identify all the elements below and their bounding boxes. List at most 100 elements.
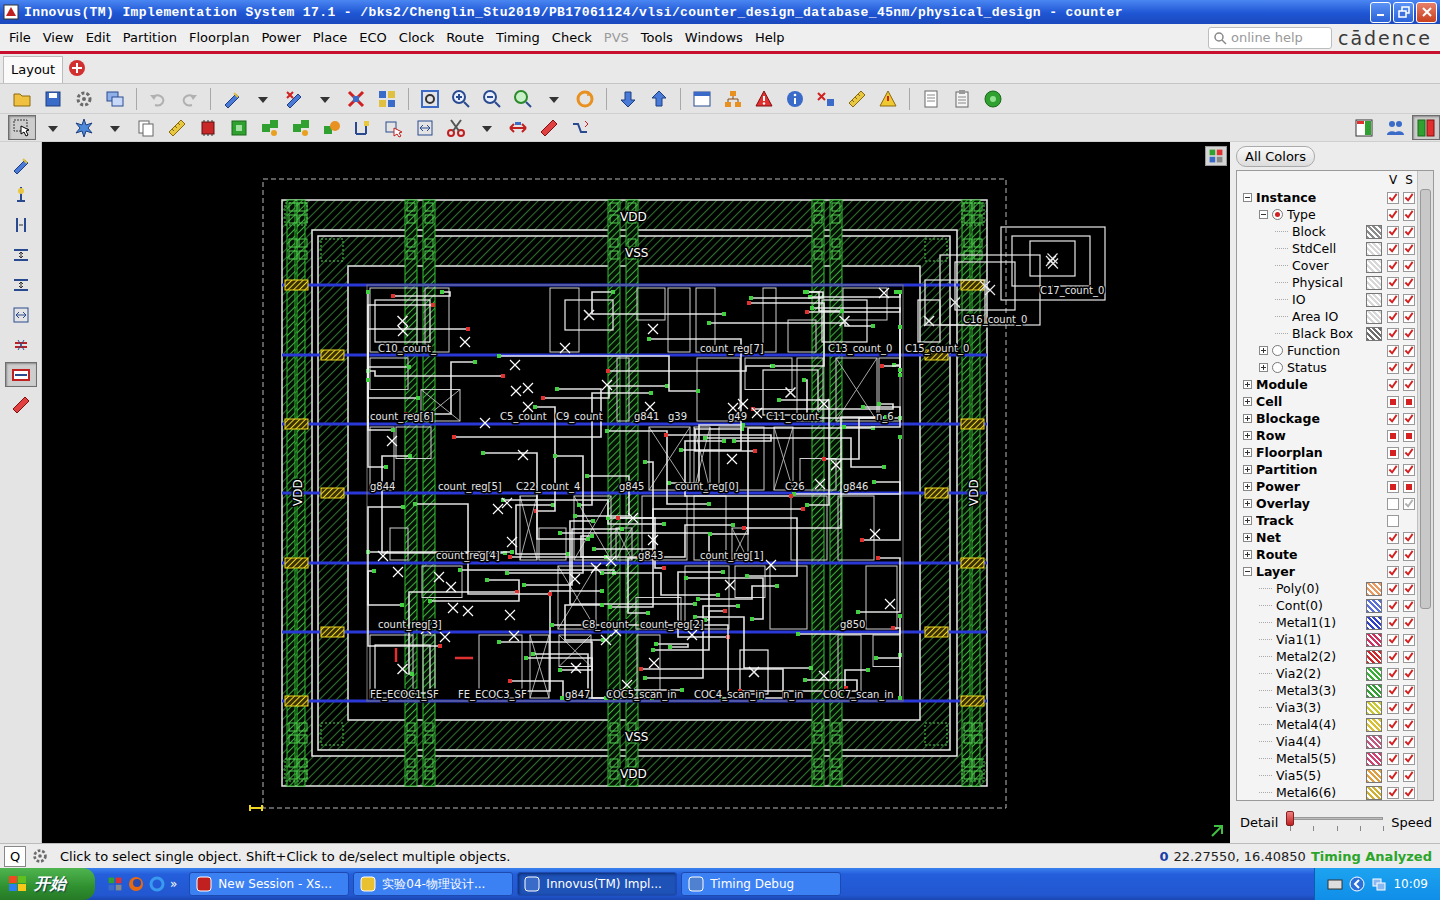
- view-toggle-button[interactable]: [1205, 146, 1227, 166]
- dd-button[interactable]: [540, 86, 568, 111]
- visibility-checkbox[interactable]: [1387, 243, 1399, 255]
- expander[interactable]: [1243, 414, 1252, 423]
- tree-row[interactable]: Status: [1237, 359, 1417, 376]
- tree-row[interactable]: Blockage: [1237, 410, 1417, 427]
- visibility-checkbox[interactable]: [1403, 549, 1415, 561]
- color-swatch[interactable]: [1366, 701, 1382, 715]
- go-button[interactable]: [979, 86, 1007, 111]
- visibility-checkbox[interactable]: [1387, 702, 1399, 714]
- minimize-button[interactable]: [1370, 2, 1391, 23]
- resize-button[interactable]: [411, 115, 439, 140]
- visibility-checkbox[interactable]: [1387, 566, 1399, 578]
- cross-button[interactable]: [5, 332, 37, 357]
- undo-button[interactable]: [144, 86, 172, 111]
- visibility-checkbox[interactable]: [1403, 787, 1415, 799]
- tree-row[interactable]: Cell: [1237, 393, 1417, 410]
- menu-item[interactable]: Floorplan: [183, 28, 255, 47]
- vsplit-button[interactable]: [5, 212, 37, 237]
- tree-row[interactable]: Partition: [1237, 461, 1417, 478]
- visibility-checkbox[interactable]: [1403, 566, 1415, 578]
- rulred-button[interactable]: [535, 115, 563, 140]
- hbars-button[interactable]: [5, 242, 37, 267]
- visibility-checkbox[interactable]: [1403, 277, 1415, 289]
- gear-button[interactable]: [70, 86, 98, 111]
- visibility-checkbox[interactable]: [1403, 311, 1415, 323]
- visibility-checkbox[interactable]: [1387, 277, 1399, 289]
- tree-row[interactable]: Route: [1237, 546, 1417, 563]
- visibility-checkbox[interactable]: [1387, 413, 1399, 425]
- multi-button[interactable]: [812, 86, 840, 111]
- visibility-checkbox[interactable]: [1387, 515, 1399, 527]
- menu-item[interactable]: Clock: [393, 28, 440, 47]
- tree-row[interactable]: Row: [1237, 427, 1417, 444]
- visibility-checkbox[interactable]: [1387, 685, 1399, 697]
- visibility-checkbox[interactable]: [1403, 396, 1415, 408]
- visibility-checkbox[interactable]: [1387, 736, 1399, 748]
- tree-row[interactable]: Via1(1): [1237, 631, 1417, 648]
- visibility-checkbox[interactable]: [1387, 770, 1399, 782]
- search-input[interactable]: [1231, 30, 1321, 45]
- down-button[interactable]: [614, 86, 642, 111]
- visibility-checkbox[interactable]: [1387, 753, 1399, 765]
- panel-button[interactable]: [1350, 115, 1378, 140]
- spark-button[interactable]: [70, 115, 98, 140]
- menu-item[interactable]: Windows: [679, 28, 749, 47]
- menu-item[interactable]: Tools: [635, 28, 679, 47]
- restore-button[interactable]: [1393, 2, 1414, 23]
- visibility-checkbox[interactable]: [1387, 532, 1399, 544]
- tab[interactable]: Layout: [3, 56, 63, 83]
- visibility-checkbox[interactable]: [1387, 498, 1399, 510]
- tree-row[interactable]: Instance: [1237, 189, 1417, 206]
- ruler-button[interactable]: [843, 86, 871, 111]
- people-button[interactable]: [1381, 115, 1409, 140]
- search-field[interactable]: [1208, 27, 1332, 49]
- tree-row[interactable]: Metal3(3): [1237, 682, 1417, 699]
- color-swatch[interactable]: [1366, 735, 1382, 749]
- visibility-checkbox[interactable]: [1403, 430, 1415, 442]
- all-colors-button[interactable]: All Colors: [1236, 146, 1315, 167]
- tree-row[interactable]: Physical: [1237, 274, 1417, 291]
- layers-button[interactable]: [1412, 115, 1440, 140]
- tree-row[interactable]: Module: [1237, 376, 1417, 393]
- visibility-checkbox[interactable]: [1403, 685, 1415, 697]
- visibility-checkbox[interactable]: [1403, 243, 1415, 255]
- radio-button[interactable]: [1272, 362, 1283, 373]
- gadget-button[interactable]: [287, 115, 315, 140]
- scroll-thumb[interactable]: [1420, 189, 1431, 609]
- color-swatch[interactable]: [1366, 684, 1382, 698]
- visibility-checkbox[interactable]: [1403, 634, 1415, 646]
- quick-launch-button[interactable]: [128, 876, 144, 892]
- more-button[interactable]: »: [170, 877, 177, 891]
- warny-button[interactable]: [874, 86, 902, 111]
- add-tab-icon[interactable]: [68, 59, 86, 77]
- visibility-checkbox[interactable]: [1403, 481, 1415, 493]
- tree-row[interactable]: StdCell: [1237, 240, 1417, 257]
- expander[interactable]: [1243, 465, 1252, 474]
- color-swatch[interactable]: [1366, 599, 1382, 613]
- console-button[interactable]: [31, 847, 49, 865]
- dd-button[interactable]: [311, 86, 339, 111]
- visibility-checkbox[interactable]: [1403, 260, 1415, 272]
- redo-button[interactable]: [175, 86, 203, 111]
- visibility-checkbox[interactable]: [1387, 787, 1399, 799]
- slider-thumb[interactable]: [1286, 811, 1294, 826]
- visibility-checkbox[interactable]: [1403, 379, 1415, 391]
- tree-row[interactable]: Net: [1237, 529, 1417, 546]
- visibility-checkbox[interactable]: [1387, 362, 1399, 374]
- visibility-checkbox[interactable]: [1403, 464, 1415, 476]
- tree-row[interactable]: Via3(3): [1237, 699, 1417, 716]
- color-swatch[interactable]: [1366, 718, 1382, 732]
- expander[interactable]: [1243, 193, 1252, 202]
- pin-button[interactable]: [5, 182, 37, 207]
- visibility-checkbox[interactable]: [1403, 345, 1415, 357]
- expander[interactable]: [1259, 363, 1268, 372]
- color-swatch[interactable]: [1366, 667, 1382, 681]
- color-swatch[interactable]: [1366, 293, 1382, 307]
- dropdown-button[interactable]: [101, 115, 129, 140]
- expander[interactable]: [1243, 397, 1252, 406]
- detail-slider[interactable]: [1286, 811, 1383, 833]
- gadget-button[interactable]: [256, 115, 284, 140]
- expander[interactable]: [1243, 380, 1252, 389]
- color-swatch[interactable]: [1366, 225, 1382, 239]
- visibility-checkbox[interactable]: [1387, 345, 1399, 357]
